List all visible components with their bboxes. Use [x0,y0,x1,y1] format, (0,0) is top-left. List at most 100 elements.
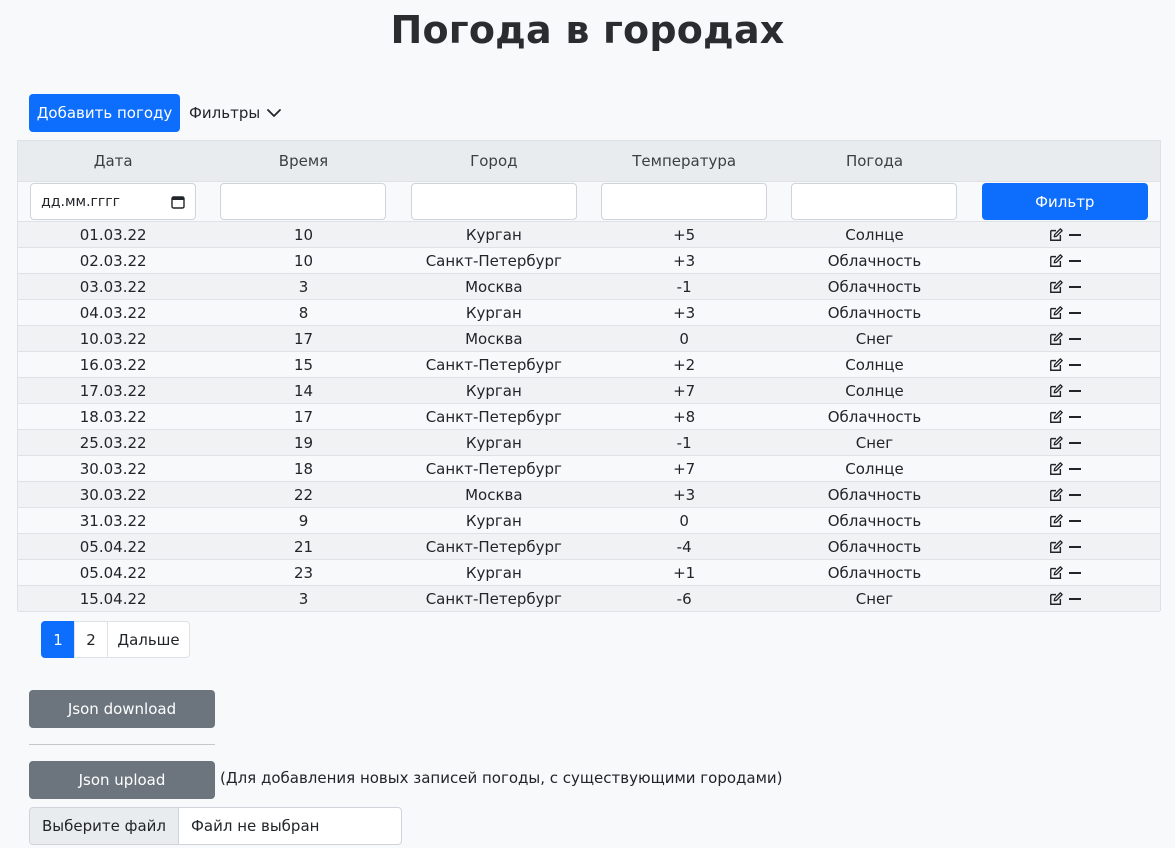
edit-icon[interactable] [1049,591,1063,606]
upload-note: (Для добавления новых записей погоды, с … [220,769,783,787]
edit-icon[interactable] [1049,331,1063,346]
cell-date: 01.03.22 [79,225,147,244]
cell-date: 05.04.22 [79,563,147,582]
delete-icon[interactable] [1068,259,1081,262]
cell-weather: Облачность [827,537,922,556]
cell-date: 30.03.22 [79,459,147,478]
cell-city: Москва [465,277,523,296]
cell-city: Санкт-Петербург [425,459,562,478]
next-page-button[interactable]: Дальше [107,621,190,658]
delete-icon[interactable] [1068,467,1081,470]
delete-icon[interactable] [1068,545,1081,548]
row-actions [970,591,1160,606]
table-row: 15.04.22 3 Санкт-Петербург -6 Снег [18,586,1160,612]
delete-icon[interactable] [1068,285,1081,288]
edit-icon[interactable] [1049,357,1063,372]
delete-icon[interactable] [1068,597,1081,600]
cell-weather: Солнце [845,225,904,244]
row-actions [970,279,1160,294]
edit-icon[interactable] [1049,487,1063,502]
table-row: 17.03.22 14 Курган +7 Солнце [18,378,1160,404]
cell-date: 03.03.22 [79,277,147,296]
json-upload-button[interactable]: Json upload [29,761,215,799]
cell-date: 18.03.22 [79,407,147,426]
delete-icon[interactable] [1068,389,1081,392]
file-status: Файл не выбран [190,817,320,835]
cell-city: Курган [465,381,522,400]
cell-date: 16.03.22 [79,355,147,374]
delete-icon[interactable] [1068,415,1081,418]
weather-filter-input[interactable] [791,183,958,220]
temperature-filter-input[interactable] [601,183,768,220]
edit-icon[interactable] [1049,253,1063,268]
delete-icon[interactable] [1068,519,1081,522]
cell-temperature: 0 [679,511,689,530]
header-temperature: Температура [632,152,737,170]
edit-icon[interactable] [1049,305,1063,320]
json-download-button[interactable]: Json download [29,690,215,728]
filters-toggle[interactable]: Фильтры [189,101,282,125]
cell-city: Москва [465,329,523,348]
edit-icon[interactable] [1049,461,1063,476]
delete-icon[interactable] [1068,311,1081,314]
cell-weather: Облачность [827,407,922,426]
cell-weather: Облачность [827,277,922,296]
time-filter-input[interactable] [220,183,387,220]
add-weather-button[interactable]: Добавить погоду [29,94,180,132]
edit-icon[interactable] [1049,227,1063,242]
cell-temperature: -4 [676,537,692,556]
delete-icon[interactable] [1068,571,1081,574]
filters-label: Фильтры [189,104,261,122]
cell-city: Курган [465,225,522,244]
row-actions [970,539,1160,554]
table-row: 16.03.22 15 Санкт-Петербург +2 Солнце [18,352,1160,378]
header-time: Время [278,152,329,170]
cell-date: 10.03.22 [79,329,147,348]
date-filter-input[interactable]: дд.мм.гггг [30,183,197,220]
row-actions [970,227,1160,242]
edit-icon[interactable] [1049,435,1063,450]
cell-time: 17 [293,329,314,348]
cell-weather: Снег [855,433,894,452]
cell-temperature: +1 [673,563,696,582]
cell-temperature: +3 [673,303,696,322]
filter-row: дд.мм.гггг Фильтр [18,182,1160,222]
edit-icon[interactable] [1049,539,1063,554]
file-input[interactable]: Выберите файл Файл не выбран [29,807,402,845]
choose-file-button[interactable]: Выберите файл [30,808,179,844]
cell-city: Санкт-Петербург [425,537,562,556]
header-actions [970,141,1160,181]
table-row: 01.03.22 10 Курган +5 Солнце [18,222,1160,248]
edit-icon[interactable] [1049,513,1063,528]
row-actions [970,357,1160,372]
cell-date: 02.03.22 [79,251,147,270]
calendar-icon[interactable] [171,195,185,209]
filter-button[interactable]: Фильтр [981,183,1148,220]
delete-icon[interactable] [1068,337,1081,340]
cell-time: 17 [293,407,314,426]
delete-icon[interactable] [1068,493,1081,496]
edit-icon[interactable] [1049,409,1063,424]
city-filter-input[interactable] [410,183,577,220]
page-1-button[interactable]: 1 [41,621,75,658]
delete-icon[interactable] [1068,441,1081,444]
table-row: 10.03.22 17 Москва 0 Снег [18,326,1160,352]
edit-icon[interactable] [1049,279,1063,294]
cell-time: 3 [298,277,309,296]
delete-icon[interactable] [1068,233,1081,236]
delete-icon[interactable] [1068,363,1081,366]
row-actions [970,383,1160,398]
row-actions [970,565,1160,580]
edit-icon[interactable] [1049,565,1063,580]
page-2-button[interactable]: 2 [74,621,108,658]
cell-date: 15.04.22 [79,589,147,608]
cell-temperature: +3 [673,251,696,270]
cell-time: 10 [293,225,314,244]
row-actions [970,331,1160,346]
cell-city: Курган [465,563,522,582]
edit-icon[interactable] [1049,383,1063,398]
cell-temperature: +2 [673,355,696,374]
cell-time: 18 [293,459,314,478]
cell-weather: Облачность [827,511,922,530]
table-row: 02.03.22 10 Санкт-Петербург +3 Облачность [18,248,1160,274]
